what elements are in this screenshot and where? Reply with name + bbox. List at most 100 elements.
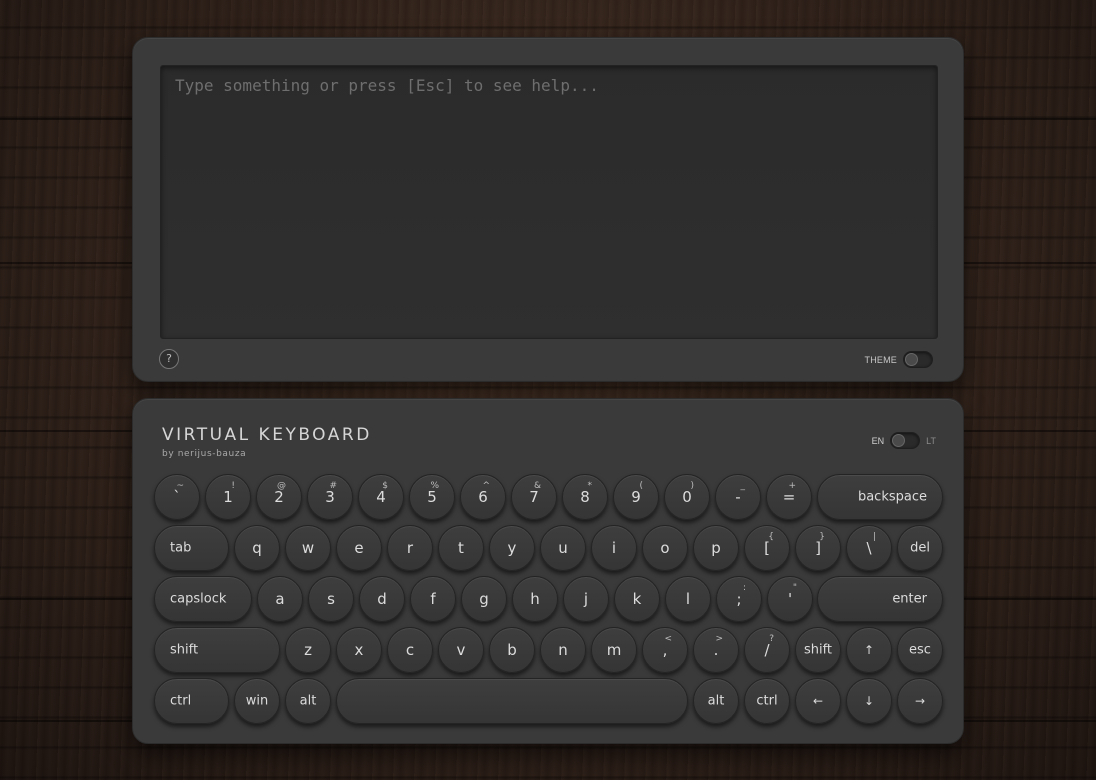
key-label: 1 [223, 488, 233, 506]
key-shift-label: $ [382, 481, 388, 491]
help-button[interactable]: ? [159, 349, 179, 369]
key-shift-label: } [819, 532, 825, 542]
key-label: ; [736, 590, 742, 608]
text-display [160, 65, 938, 339]
key-label: 4 [376, 488, 386, 506]
key-ctrl[interactable]: ctrl [744, 678, 790, 724]
key-label: ] [815, 539, 821, 557]
key-d[interactable]: d [359, 576, 405, 622]
key-label: x [354, 641, 364, 659]
key-6[interactable]: 6 ^ [460, 474, 506, 520]
key-backslash[interactable]: \ | [846, 525, 892, 571]
key-shift-label: @ [277, 481, 286, 491]
key-minus[interactable]: - _ [715, 474, 761, 520]
key-c[interactable]: c [387, 627, 433, 673]
key-esc[interactable]: esc [897, 627, 943, 673]
key-shift[interactable]: shift [154, 627, 280, 673]
key-shift-label: _ [740, 481, 746, 491]
key-z[interactable]: z [285, 627, 331, 673]
key-backspace[interactable]: backspace [817, 474, 943, 520]
key-arrow-up[interactable]: ↑ [846, 627, 892, 673]
key-semicolon[interactable]: ;: [716, 576, 762, 622]
key-arrow-down[interactable]: ↓ [846, 678, 892, 724]
key-alt[interactable]: alt [693, 678, 739, 724]
key-h[interactable]: h [512, 576, 558, 622]
key-shift-label: ! [231, 481, 235, 491]
spacebar[interactable] [336, 678, 688, 724]
key-left-bracket[interactable]: [{ [744, 525, 790, 571]
key-7[interactable]: 7 & [511, 474, 557, 520]
key-label: p [711, 539, 721, 557]
key-label: \ [866, 539, 872, 557]
key-ctrl[interactable]: ctrl [154, 678, 229, 724]
toggle-knob [905, 353, 918, 366]
key-right-bracket[interactable]: ]} [795, 525, 841, 571]
key-label: → [914, 694, 926, 708]
key-y[interactable]: y [489, 525, 535, 571]
key-a[interactable]: a [257, 576, 303, 622]
key-capslock[interactable]: capslock [154, 576, 252, 622]
key-g[interactable]: g [461, 576, 507, 622]
key-label: w [301, 539, 315, 557]
key-label: e [354, 539, 364, 557]
key-shift[interactable]: shift [795, 627, 841, 673]
key-f[interactable]: f [410, 576, 456, 622]
key-label: v [456, 641, 466, 659]
key-label: - [735, 488, 741, 506]
key-t[interactable]: t [438, 525, 484, 571]
key-u[interactable]: u [540, 525, 586, 571]
key-backtick[interactable]: ` ~ [154, 474, 200, 520]
key-3[interactable]: 3 # [307, 474, 353, 520]
key-s[interactable]: s [308, 576, 354, 622]
key-quote[interactable]: ' " [767, 576, 813, 622]
text-input[interactable] [161, 66, 937, 338]
key-enter[interactable]: enter [817, 576, 943, 622]
key-win[interactable]: win [234, 678, 280, 724]
key-shift-label: ( [639, 481, 643, 491]
key-8[interactable]: 8 * [562, 474, 608, 520]
key-p[interactable]: p [693, 525, 739, 571]
key-k[interactable]: k [614, 576, 660, 622]
key-shift-label: : [742, 583, 746, 593]
key-alt[interactable]: alt [285, 678, 331, 724]
key-equals[interactable]: = + [766, 474, 812, 520]
key-label: shift [170, 642, 199, 658]
key-arrow-right[interactable]: → [897, 678, 943, 724]
key-o[interactable]: o [642, 525, 688, 571]
theme-toggle[interactable] [903, 351, 933, 368]
key-l[interactable]: l [665, 576, 711, 622]
key-i[interactable]: i [591, 525, 637, 571]
theme-switch-group: THEME [864, 351, 933, 368]
key-label: d [377, 590, 387, 608]
key-slash[interactable]: /? [744, 627, 790, 673]
key-5[interactable]: 5% [409, 474, 455, 520]
key-label: esc [909, 642, 931, 658]
theme-label: THEME [864, 354, 897, 365]
key-label: shift [803, 642, 833, 658]
key-1[interactable]: 1! [205, 474, 251, 520]
key-q[interactable]: q [234, 525, 280, 571]
key-arrow-left[interactable]: ← [795, 678, 841, 724]
key-2[interactable]: 2 @ [256, 474, 302, 520]
key-0[interactable]: 0) [664, 474, 710, 520]
key-x[interactable]: x [336, 627, 382, 673]
key-9[interactable]: 9( [613, 474, 659, 520]
key-m[interactable]: m [591, 627, 637, 673]
key-del[interactable]: del [897, 525, 943, 571]
key-label: f [430, 590, 436, 608]
key-4[interactable]: 4 $ [358, 474, 404, 520]
key-w[interactable]: w [285, 525, 331, 571]
key-b[interactable]: b [489, 627, 535, 673]
key-tab[interactable]: tab [154, 525, 229, 571]
key-period[interactable]: . > [693, 627, 739, 673]
key-j[interactable]: j [563, 576, 609, 622]
key-n[interactable]: n [540, 627, 586, 673]
key-label: u [558, 539, 568, 557]
key-label: 9 [631, 488, 641, 506]
keyboard-keys: ` ~1! 2 @3 #4 $5% 6 ^ 7 & 8 * 9(0) - _ = + backspace tab q w… [133, 399, 965, 745]
key-v[interactable]: v [438, 627, 484, 673]
key-comma[interactable]: , < [642, 627, 688, 673]
key-label: h [530, 590, 540, 608]
key-r[interactable]: r [387, 525, 433, 571]
key-e[interactable]: e [336, 525, 382, 571]
